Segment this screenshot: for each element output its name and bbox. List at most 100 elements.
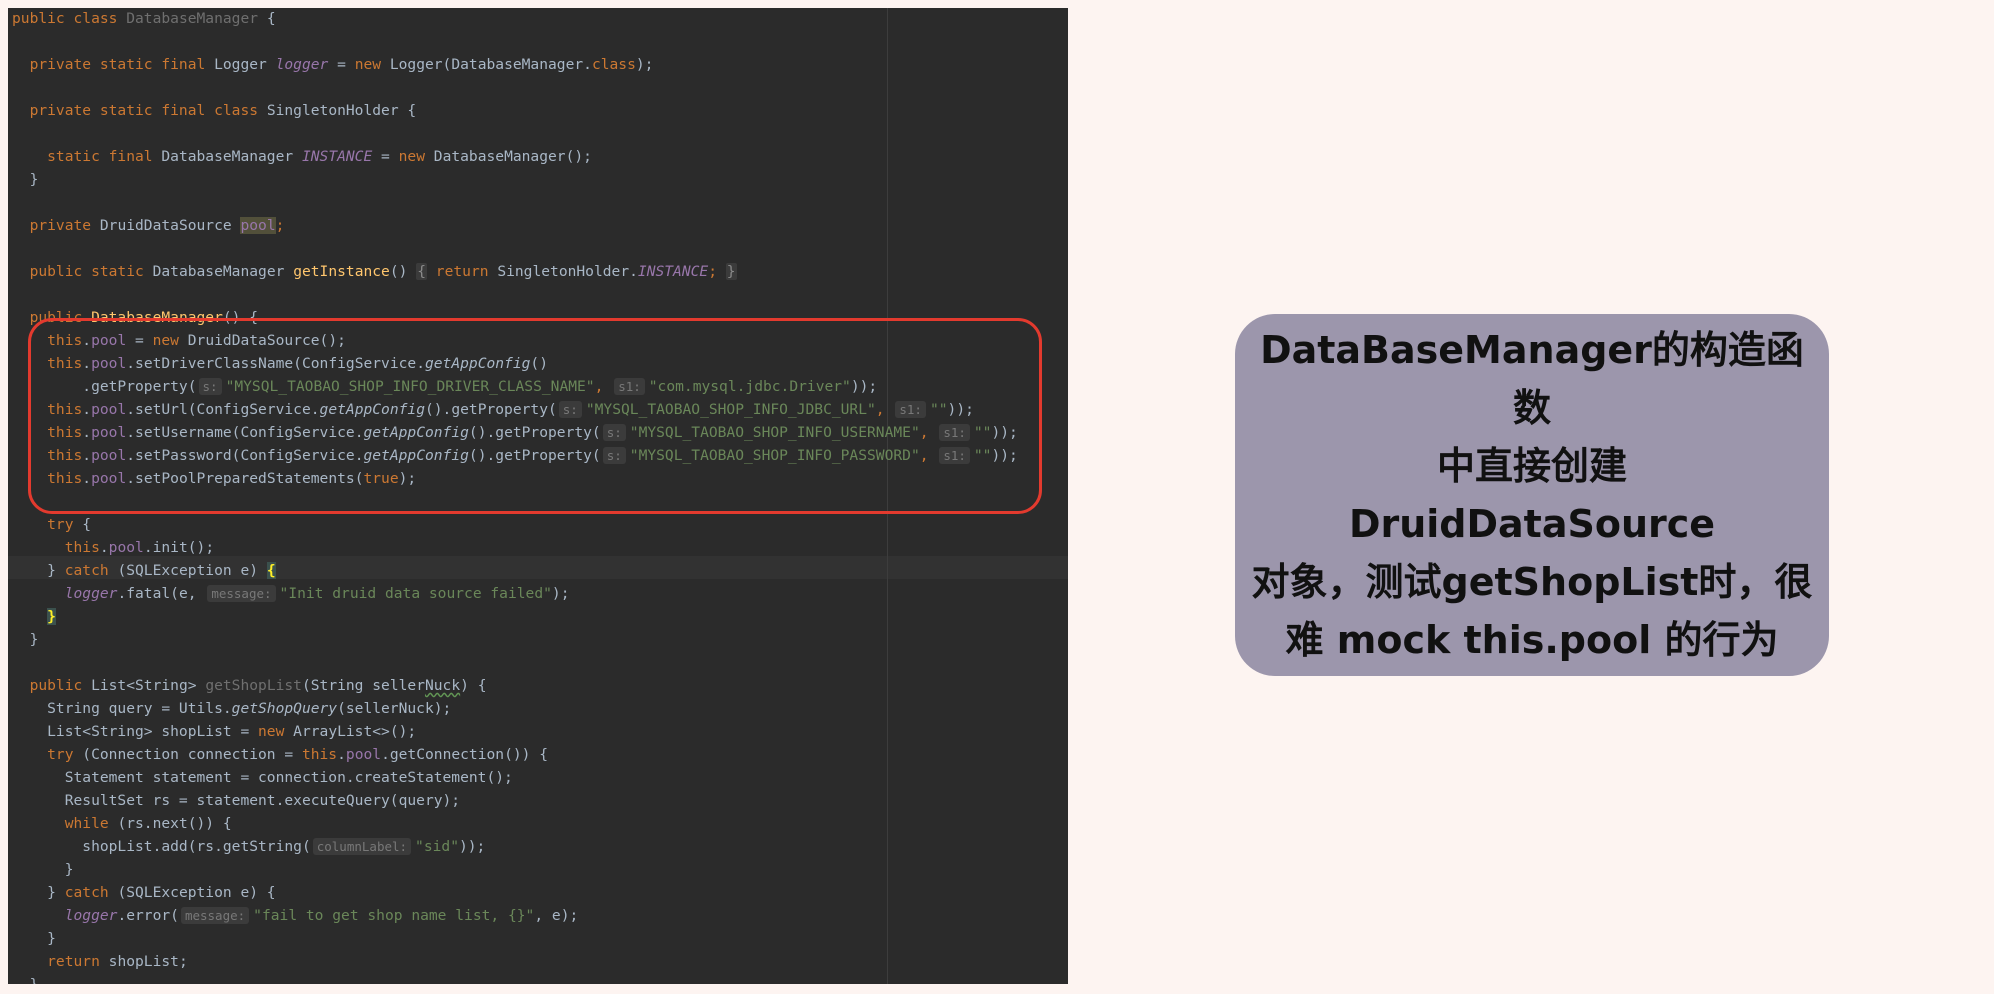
parameter-hint: message: [180, 907, 250, 924]
code-token: DruidDataSource [99, 217, 241, 234]
code-token: .init(); [143, 539, 215, 556]
code-token: , e); [534, 907, 579, 924]
code-line: } [12, 927, 56, 950]
code-token: ResultSet rs = statement.executeQuery(qu… [12, 792, 461, 809]
code-token: return [435, 263, 498, 280]
code-line: String query = Utils.getShopQuery(seller… [12, 697, 451, 720]
code-token: this [301, 746, 338, 763]
code-line: try (Connection connection = this.pool.g… [12, 743, 548, 766]
code-token: try [12, 516, 83, 533]
code-token: DatabaseManager [126, 10, 259, 27]
code-token: } [47, 608, 56, 625]
code-line: private static final Logger logger = new… [12, 53, 654, 76]
code-token: catch [64, 884, 118, 901]
code-token: Logger(DatabaseManager. [389, 56, 592, 73]
code-token: List<String> shopList = [12, 723, 259, 740]
code-token: ; [275, 217, 285, 234]
code-token: DatabaseManager [152, 263, 294, 280]
code-line: } [12, 628, 39, 651]
annotation-line: 对象，测试getShopList时，很 [1251, 560, 1813, 604]
code-token: static final [12, 148, 162, 165]
code-line: Statement statement = connection.createS… [12, 766, 513, 789]
code-token: } [12, 171, 39, 188]
code-line: } [12, 858, 74, 881]
code-token: (SQLException e) [117, 562, 267, 579]
code-token: . [337, 746, 346, 763]
code-token: new [354, 56, 390, 73]
code-token: (sellerNuck); [337, 700, 452, 717]
code-token: } [12, 562, 65, 579]
code-token: logger [64, 907, 118, 924]
code-token: pool [240, 217, 276, 234]
code-line: shopList.add(rs.getString(columnLabel: "s… [12, 835, 485, 858]
code-token: = [372, 148, 399, 165]
code-line: public class DatabaseManager { [12, 8, 276, 30]
code-token: ); [635, 56, 654, 73]
code-token: getShopQuery [231, 700, 338, 717]
code-line: while (rs.next()) { [12, 812, 232, 835]
code-line: public static DatabaseManager getInstanc… [12, 260, 737, 283]
code-line: ResultSet rs = statement.executeQuery(qu… [12, 789, 460, 812]
code-token: "Init druid data source failed" [279, 585, 552, 602]
code-line: private static final class SingletonHold… [12, 99, 417, 122]
code-token: } [725, 263, 737, 280]
code-token: ) { [460, 677, 487, 694]
code-token: .fatal(e, [117, 585, 206, 602]
code-token: { [416, 263, 427, 280]
code-token: try [12, 746, 83, 763]
code-token: { [82, 516, 92, 533]
parameter-hint: columnLabel: [312, 838, 412, 855]
annotation-text: DataBaseManager的构造函数 中直接创建 DruidDataSour… [1249, 321, 1815, 669]
code-token: (String seller [301, 677, 425, 694]
code-line: } catch (SQLException e) { [12, 559, 276, 582]
code-token: Logger [214, 56, 276, 73]
code-token: SingletonHolder { [266, 102, 417, 119]
code-token: logger [275, 56, 329, 73]
code-line: } catch (SQLException e) { [12, 881, 276, 904]
code-line: List<String> shopList = new ArrayList<>(… [12, 720, 416, 743]
annotation-line: 中直接创建 DruidDataSource [1348, 444, 1716, 546]
code-line: logger.fatal(e, message: "Init druid data… [12, 582, 569, 605]
code-token: ArrayList<>(); [293, 723, 417, 740]
code-token: public [12, 677, 92, 694]
code-line: return shopList; [12, 950, 188, 973]
code-token: Nuck [424, 677, 461, 694]
code-line: static final DatabaseManager INSTANCE = … [12, 145, 592, 168]
code-token: private static final class [12, 102, 267, 119]
code-line: } [12, 605, 56, 628]
code-line: } [12, 973, 39, 984]
code-token: public static [12, 263, 153, 280]
code-token: (Connection connection = [82, 746, 302, 763]
code-token: DatabaseManager(); [433, 148, 592, 165]
code-token: ); [551, 585, 570, 602]
parameter-hint: message: [207, 585, 276, 602]
code-token: (SQLException e) { [117, 884, 276, 901]
annotation-line: 难 mock this.pool 的行为 [1285, 618, 1779, 662]
code-token: pool [108, 539, 144, 556]
constructor-callout-box [28, 318, 1042, 514]
code-token: new [258, 723, 294, 740]
code-token: )); [458, 838, 486, 855]
code-token: } [12, 930, 56, 947]
code-line: try { [12, 513, 91, 536]
code-token: { [258, 10, 276, 27]
code-token: "sid" [415, 838, 459, 855]
code-token: new [398, 148, 434, 165]
code-token: () [389, 263, 417, 280]
code-token: String query = Utils. [12, 700, 232, 717]
code-token: shopList; [108, 953, 188, 970]
annotation-note: DataBaseManager的构造函数 中直接创建 DruidDataSour… [1235, 314, 1829, 676]
code-token: pool [345, 746, 382, 763]
code-token: .getConnection()) { [381, 746, 548, 763]
code-token: } [12, 884, 65, 901]
code-token: } [12, 631, 39, 648]
code-line: private DruidDataSource pool; [12, 214, 284, 237]
code-token: DatabaseManager [161, 148, 302, 165]
code-token: . [99, 539, 109, 556]
code-line: this.pool.init(); [12, 536, 214, 559]
code-token: Statement statement = connection.createS… [12, 769, 513, 786]
